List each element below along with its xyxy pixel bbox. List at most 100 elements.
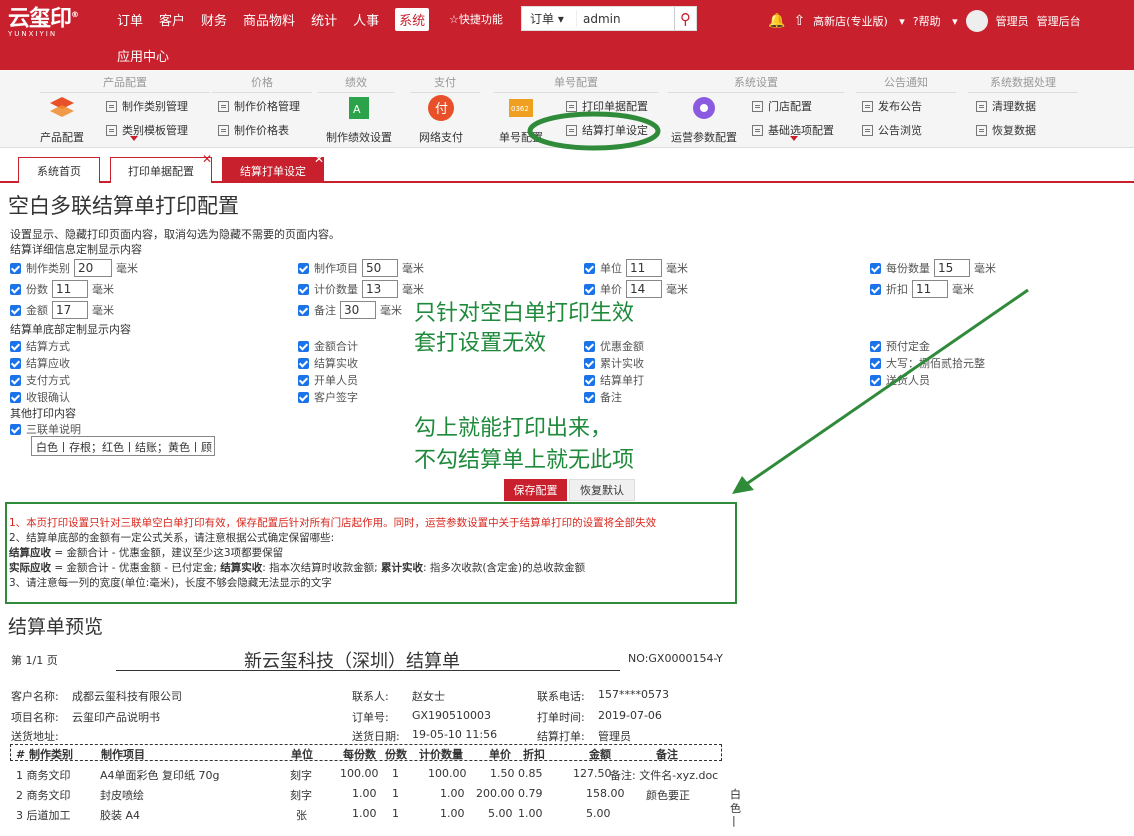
detail-make-category[interactable]: 制作类别 20 毫米 bbox=[10, 259, 138, 277]
help-menu[interactable]: ?帮助 ▾ bbox=[913, 13, 958, 29]
browse-notice-button[interactable]: 公告浏览 bbox=[862, 122, 922, 138]
nav-hr[interactable]: 人事 bbox=[353, 10, 379, 31]
width-input[interactable]: 20 bbox=[74, 259, 112, 277]
search-icon[interactable]: ⚲ bbox=[674, 7, 696, 30]
detail-copies[interactable]: 份数 11 毫米 bbox=[10, 280, 114, 298]
user-name[interactable]: 管理员 bbox=[996, 13, 1029, 29]
width-input[interactable]: 11 bbox=[626, 259, 662, 277]
save-config-button[interactable]: 保存配置 bbox=[504, 479, 567, 501]
width-input[interactable]: 11 bbox=[52, 280, 88, 298]
dropdown-arrow-icon[interactable] bbox=[790, 136, 798, 141]
search-type-select[interactable]: 订单 ▾ bbox=[522, 10, 577, 27]
shirt-icon[interactable]: ⇧ bbox=[793, 13, 805, 29]
quick-functions-link[interactable]: ☆快捷功能 bbox=[449, 11, 503, 27]
bottom-receivable[interactable]: 结算应收 bbox=[10, 354, 70, 372]
checkbox[interactable] bbox=[584, 262, 595, 274]
number-config-button[interactable]: 0362 单号配置 bbox=[496, 94, 546, 145]
bell-icon[interactable]: 🔔 bbox=[768, 13, 785, 29]
bottom-cashier-confirm[interactable]: 收银确认 bbox=[10, 388, 70, 406]
checkbox[interactable] bbox=[10, 374, 21, 386]
checkbox[interactable] bbox=[10, 304, 21, 316]
checkbox[interactable] bbox=[584, 391, 595, 403]
bottom-delivery-person[interactable]: 送货人员 bbox=[870, 371, 930, 389]
checkbox[interactable] bbox=[870, 283, 881, 295]
detail-discount[interactable]: 折扣 11 毫米 bbox=[870, 280, 974, 298]
publish-notice-button[interactable]: 发布公告 bbox=[862, 98, 922, 114]
online-payment-button[interactable]: 付 网络支付 bbox=[416, 94, 466, 145]
width-input[interactable]: 14 bbox=[626, 280, 662, 298]
checkbox[interactable] bbox=[10, 391, 21, 403]
bottom-deposit[interactable]: 预付定金 bbox=[870, 337, 930, 355]
bottom-discount-amount[interactable]: 优惠金额 bbox=[584, 337, 644, 355]
detail-unit[interactable]: 单位 11 毫米 bbox=[584, 259, 688, 277]
width-input[interactable]: 30 bbox=[340, 301, 376, 319]
bottom-uppercase-amount[interactable]: 大写：捌佰贰拾元整 bbox=[870, 354, 985, 372]
nav-stats[interactable]: 统计 bbox=[311, 10, 337, 31]
bottom-total-amount[interactable]: 金额合计 bbox=[298, 337, 358, 355]
bottom-remark[interactable]: 备注 bbox=[584, 388, 622, 406]
checkbox[interactable] bbox=[298, 374, 309, 386]
nav-orders[interactable]: 订单 bbox=[117, 10, 143, 31]
width-input[interactable]: 11 bbox=[912, 280, 948, 298]
checkbox[interactable] bbox=[584, 340, 595, 352]
checkbox[interactable] bbox=[10, 423, 21, 435]
performance-settings-button[interactable]: A 制作绩效设置 bbox=[324, 94, 394, 145]
nav-finance[interactable]: 财务 bbox=[201, 10, 227, 31]
width-input[interactable]: 17 bbox=[52, 301, 88, 319]
checkbox[interactable] bbox=[10, 340, 21, 352]
checkbox[interactable] bbox=[584, 374, 595, 386]
checkbox[interactable] bbox=[298, 391, 309, 403]
bottom-received[interactable]: 结算实收 bbox=[298, 354, 358, 372]
checkbox[interactable] bbox=[298, 357, 309, 369]
detail-pricing-qty[interactable]: 计价数量 13 毫米 bbox=[298, 280, 424, 298]
bottom-cumulative-received[interactable]: 累计实收 bbox=[584, 354, 644, 372]
checkbox[interactable] bbox=[584, 283, 595, 295]
width-input[interactable]: 15 bbox=[934, 259, 970, 277]
detail-per-qty[interactable]: 每份数量 15 毫米 bbox=[870, 259, 996, 277]
category-template-mgr-button[interactable]: 类别模板管理 bbox=[106, 122, 188, 138]
search-input[interactable]: admin bbox=[577, 12, 674, 26]
print-doc-config-button[interactable]: 打印单据配置 bbox=[566, 98, 648, 114]
ops-params-button[interactable]: 运营参数配置 bbox=[670, 94, 738, 145]
nav-app-center[interactable]: 应用中心 bbox=[117, 46, 169, 65]
width-input[interactable]: 50 bbox=[362, 259, 398, 277]
checkbox[interactable] bbox=[10, 283, 21, 295]
bottom-customer-sign[interactable]: 客户签字 bbox=[298, 388, 358, 406]
detail-unit-price[interactable]: 单价 14 毫米 bbox=[584, 280, 688, 298]
price-table-button[interactable]: 制作价格表 bbox=[218, 122, 289, 138]
width-input[interactable]: 13 bbox=[362, 280, 398, 298]
store-select[interactable]: 高新店(专业版) ▾ bbox=[813, 13, 905, 29]
checkbox[interactable] bbox=[870, 262, 881, 274]
tab-print-config[interactable]: 打印单据配置 ✕ bbox=[110, 152, 212, 183]
avatar[interactable] bbox=[965, 10, 988, 32]
nav-customers[interactable]: 客户 bbox=[159, 10, 185, 31]
bottom-payment-method[interactable]: 支付方式 bbox=[10, 371, 70, 389]
detail-make-item[interactable]: 制作项目 50 毫米 bbox=[298, 259, 424, 277]
checkbox[interactable] bbox=[10, 357, 21, 369]
product-config-button[interactable]: 产品配置 bbox=[38, 94, 86, 145]
dropdown-arrow-icon[interactable] bbox=[130, 136, 138, 141]
checkbox[interactable] bbox=[298, 340, 309, 352]
checkbox[interactable] bbox=[298, 283, 309, 295]
checkbox[interactable] bbox=[870, 374, 881, 386]
bottom-issuer[interactable]: 开单人员 bbox=[298, 371, 358, 389]
reset-default-button[interactable]: 恢复默认 bbox=[569, 479, 635, 501]
checkbox[interactable] bbox=[298, 304, 309, 316]
admin-link[interactable]: 管理后台 bbox=[1037, 13, 1081, 29]
nav-system[interactable]: 系统 bbox=[395, 8, 430, 31]
checkbox[interactable] bbox=[870, 357, 881, 369]
checkbox[interactable] bbox=[298, 262, 309, 274]
detail-amount[interactable]: 金额 17 毫米 bbox=[10, 301, 114, 319]
close-icon[interactable]: ✕ bbox=[314, 152, 324, 166]
checkbox[interactable] bbox=[10, 262, 21, 274]
checkbox[interactable] bbox=[870, 340, 881, 352]
tab-home[interactable]: 系统首页 bbox=[18, 157, 100, 183]
close-icon[interactable]: ✕ bbox=[202, 152, 212, 166]
make-category-mgr-button[interactable]: 制作类别管理 bbox=[106, 98, 188, 114]
settle-print-settings-button[interactable]: 结算打单设定 bbox=[566, 122, 648, 138]
store-config-button[interactable]: 门店配置 bbox=[752, 98, 812, 114]
restore-data-button[interactable]: 恢复数据 bbox=[976, 122, 1036, 138]
price-mgr-button[interactable]: 制作价格管理 bbox=[218, 98, 300, 114]
detail-remark[interactable]: 备注 30 毫米 bbox=[298, 301, 402, 319]
clean-data-button[interactable]: 清理数据 bbox=[976, 98, 1036, 114]
